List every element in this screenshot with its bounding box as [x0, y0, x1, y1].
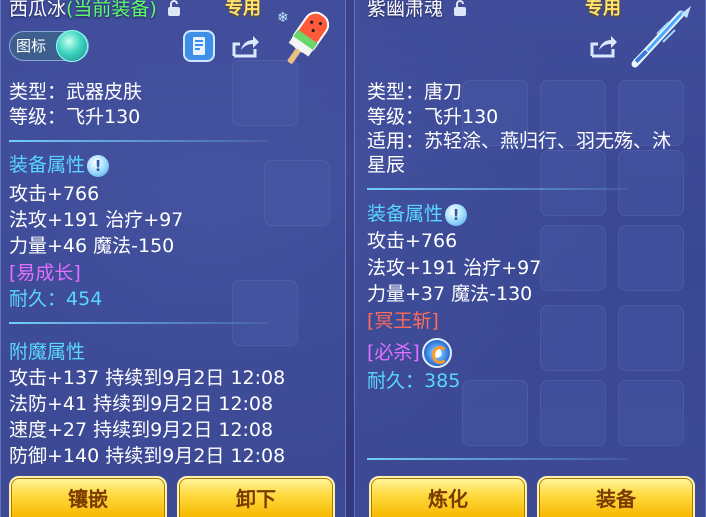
attr-title-text: 装备属性	[367, 203, 444, 225]
refresh-icon[interactable]	[421, 338, 452, 368]
svg-text:❄: ❄	[277, 10, 289, 26]
attr-line: 法攻+191 治疗+97	[367, 257, 542, 279]
attr-title-text: 装备属性	[9, 154, 86, 176]
attr-line: 力量+46 魔法-150	[9, 235, 175, 257]
durability-value: 385	[424, 370, 461, 392]
divider	[367, 188, 627, 190]
attr-title: 装备属性!	[9, 152, 110, 178]
exclusive-label: 专用	[225, 0, 261, 19]
durability-label: 耐久：	[9, 288, 67, 310]
equipped-tag: (当前装备)	[66, 0, 157, 20]
level-line: 等级：飞升130	[367, 106, 499, 128]
unequip-button[interactable]: 卸下	[177, 476, 335, 517]
refine-button[interactable]: 炼化	[369, 476, 527, 517]
enchant-line: 攻击+137 持续到9月2日 12:08	[9, 367, 286, 389]
type-line: 类型：唐刀	[367, 81, 463, 103]
enchant-line: 速度+27 持续到9月2日 12:08	[9, 419, 274, 441]
popsicle-icon: ❄	[271, 4, 341, 78]
attr-title: 装备属性!	[367, 201, 468, 227]
badge-toggle[interactable]: 图标	[9, 30, 89, 62]
lock-icon[interactable]	[167, 0, 181, 21]
applicable-line: 星辰	[367, 154, 406, 176]
durability: 耐久：454	[9, 286, 102, 312]
current-equipment-panel: 西瓜冰(当前装备) 专用 图标 ❄ 类型：武器皮肤 等级：飞升130 装备属性!	[0, 0, 346, 517]
attr-line: 攻击+766	[9, 183, 100, 205]
exclusive-label: 专用	[585, 0, 621, 19]
compare-equipment-panel: 紫幽肃魂 专用 类型：唐刀 等级：飞升130 适用：苏轻涂、燕归行、羽无殇、沐 …	[354, 0, 706, 517]
info-icon[interactable]: !	[445, 203, 468, 226]
attr-line: 法攻+191 治疗+97	[9, 209, 184, 231]
inlay-button[interactable]: 镶嵌	[9, 476, 167, 517]
sword-icon	[627, 4, 697, 74]
item-name: 西瓜冰	[9, 0, 67, 20]
share-icon[interactable]	[587, 30, 619, 62]
durability-label: 耐久：	[367, 370, 425, 392]
info-icon[interactable]: !	[87, 154, 110, 177]
lock-icon[interactable]	[453, 0, 467, 21]
enchant-title: 附魔属性	[9, 341, 86, 363]
growth-tag: [易成长]	[9, 262, 81, 284]
enchant-line: 法防+41 持续到9月2日 12:08	[9, 393, 274, 415]
item-title: 西瓜冰(当前装备)	[9, 0, 181, 21]
item-title: 紫幽肃魂	[367, 0, 467, 21]
divider	[9, 322, 269, 324]
equip-button[interactable]: 装备	[537, 476, 695, 517]
durability: 耐久：385	[367, 368, 460, 394]
durability-value: 454	[66, 288, 103, 310]
badge-label: 图标	[16, 37, 47, 55]
share-icon[interactable]	[229, 30, 261, 62]
divider	[367, 458, 627, 460]
kill-tag-row: [必杀]	[367, 338, 452, 368]
type-line: 类型：武器皮肤	[9, 81, 143, 103]
kill-tag: [必杀]	[367, 341, 420, 364]
level-line: 等级：飞升130	[9, 106, 141, 128]
item-name: 紫幽肃魂	[367, 0, 444, 20]
attr-line: 攻击+766	[367, 230, 458, 252]
skill-tag: [冥王斩]	[367, 310, 439, 332]
applicable-line: 适用：苏轻涂、燕归行、羽无殇、沐	[367, 130, 672, 152]
divider	[9, 140, 269, 142]
attr-line: 力量+37 魔法-130	[367, 283, 533, 305]
enchant-line: 防御+140 持续到9月2日 12:08	[9, 445, 286, 467]
toggle-knob	[56, 30, 88, 62]
detail-icon[interactable]	[183, 30, 215, 62]
